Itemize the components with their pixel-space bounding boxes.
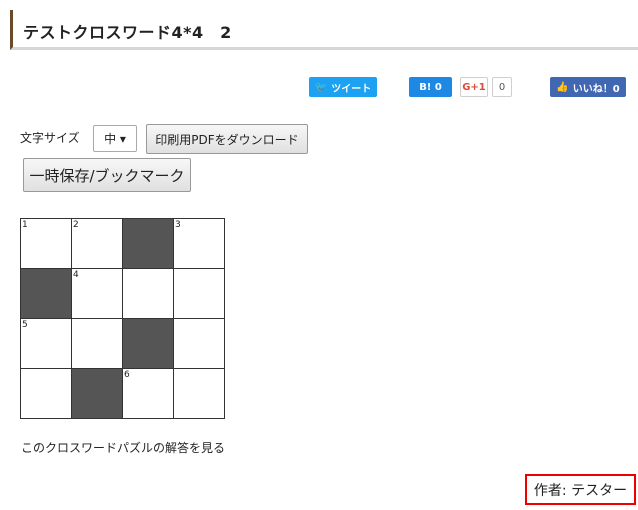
page-title: テストクロスワード4*4 2 [23,23,232,42]
crossword-cell[interactable] [21,369,72,419]
crossword-cell[interactable] [123,269,174,319]
facebook-like-button[interactable]: 👍 いいね！0 [550,77,626,97]
view-answer-link[interactable]: このクロスワードパズルの解答を見る [21,439,225,456]
black-cell [123,319,174,369]
crossword-cell[interactable]: 5 [21,319,72,369]
download-pdf-label: 印刷用PDFをダウンロード [155,132,299,147]
thumbs-up-icon: 👍 [556,81,569,93]
crossword-cell[interactable]: 6 [123,369,174,419]
black-cell [21,269,72,319]
font-size-value: 中 ▾ [104,132,126,146]
black-cell [123,219,174,269]
google-plus-count: 0 [492,77,512,97]
tweet-button[interactable]: 🐦 ツイート [309,77,377,97]
font-size-label: 文字サイズ [20,131,80,145]
page-title-bar: テストクロスワード4*4 2 [10,10,638,50]
crossword-cell[interactable]: 3 [174,219,225,269]
black-cell [72,369,123,419]
facebook-label: いいね！0 [572,83,620,95]
cell-number: 4 [73,270,79,280]
crossword-cell[interactable]: 2 [72,219,123,269]
crossword-cell[interactable]: 1 [21,219,72,269]
cell-number: 2 [73,220,79,230]
crossword-cell[interactable] [72,319,123,369]
crossword-grid: 1 2 3 4 5 6 [20,218,225,419]
crossword-cell[interactable] [174,269,225,319]
hatena-bookmark-button[interactable]: B! 0 [409,77,452,97]
cell-number: 1 [22,220,28,230]
google-plus-button[interactable]: G+1 [460,77,488,97]
crossword-cell[interactable] [174,369,225,419]
cell-number: 6 [124,370,130,380]
save-bookmark-label: 一時保存/ブックマーク [29,166,185,185]
author-box: 作者: テスター [525,474,636,505]
download-pdf-button[interactable]: 印刷用PDFをダウンロード [146,124,308,154]
author-label: 作者: テスター [533,482,628,499]
crossword-cell[interactable] [174,319,225,369]
twitter-icon: 🐦 [314,81,328,93]
font-size-select[interactable]: 中 ▾ [93,125,137,152]
gplus-count: 0 [498,81,506,93]
cell-number: 3 [175,220,181,230]
gplus-label: G+1 [462,81,486,93]
hatena-label: B! 0 [419,81,442,93]
crossword-cell[interactable]: 4 [72,269,123,319]
save-bookmark-button[interactable]: 一時保存/ブックマーク [23,158,191,192]
tweet-label: ツイート [331,83,372,95]
cell-number: 5 [22,320,28,330]
